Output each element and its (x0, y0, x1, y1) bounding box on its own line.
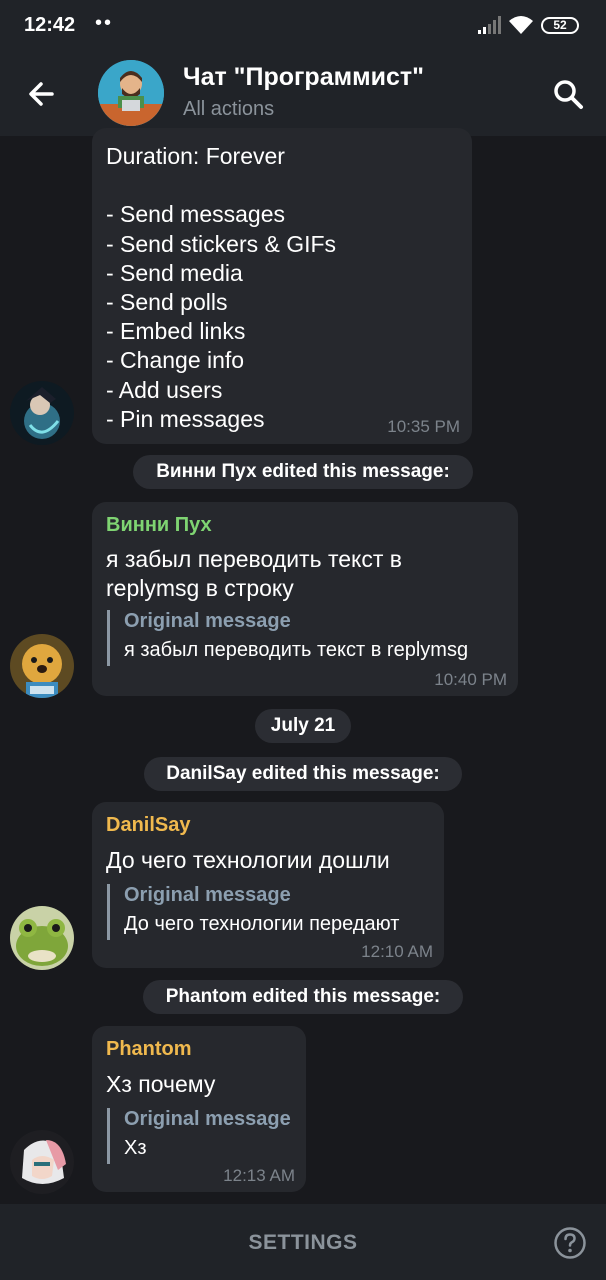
chat-avatar[interactable] (98, 60, 164, 126)
reply-quote[interactable]: Original message Хз (107, 1108, 291, 1164)
service-message: Phantom edited this message: (143, 980, 463, 1014)
search-icon[interactable] (550, 76, 586, 112)
reply-text: До чего технологии передают (124, 913, 400, 935)
notification-dots: •• (95, 12, 114, 34)
reply-text: я забыл переводить текст в replymsg (124, 639, 469, 661)
user-avatar[interactable] (10, 1130, 74, 1194)
message-bubble[interactable]: Phantom Хз почему Original message Хз 12… (92, 1026, 306, 1192)
reply-title: Original message (124, 1108, 291, 1130)
message-text: я забыл переводить текст в replymsg в ст… (106, 546, 402, 602)
service-message: DanilSay edited this message: (144, 757, 462, 791)
message-time: 12:13 AM (223, 1166, 295, 1185)
message-bubble[interactable]: Винни Пух я забыл переводить текст в rep… (92, 502, 518, 696)
user-avatar[interactable] (10, 634, 74, 698)
chat-header: Чат "Программист" All actions (0, 52, 606, 136)
chat-subtitle: All actions (183, 98, 275, 120)
status-time: 12:42 (24, 14, 76, 36)
date-separator: July 21 (255, 709, 351, 743)
reply-quote[interactable]: Original message я забыл переводить текс… (107, 610, 468, 666)
reply-text: Хз (124, 1137, 147, 1159)
message-bubble[interactable]: Duration: Forever - Send messages - Send… (92, 128, 472, 444)
message-text: Duration: Forever - Send messages - Send… (106, 143, 337, 432)
battery-icon: 52 (541, 17, 579, 34)
user-avatar[interactable] (10, 381, 74, 445)
question-circle-icon[interactable] (553, 1226, 587, 1260)
reply-title: Original message (124, 610, 291, 632)
reply-title: Original message (124, 884, 291, 906)
bottom-bar: SETTINGS (0, 1204, 606, 1280)
status-bar: 12:42 •• 52 (0, 0, 606, 52)
signal-icon (478, 16, 501, 34)
message-time: 10:40 PM (434, 670, 507, 689)
message-text: До чего технологии дошли (106, 847, 390, 873)
service-message: Винни Пух edited this message: (133, 455, 473, 489)
user-avatar[interactable] (10, 906, 74, 970)
message-text: Хз почему (106, 1071, 216, 1097)
sender-name[interactable]: DanilSay (106, 814, 190, 837)
arrow-left-icon[interactable] (22, 76, 62, 112)
message-time: 10:35 PM (387, 417, 460, 436)
chat-title: Чат "Программист" (183, 63, 424, 91)
reply-quote[interactable]: Original message До чего технологии пере… (107, 884, 399, 940)
message-bubble[interactable]: DanilSay До чего технологии дошли Origin… (92, 802, 444, 968)
sender-name[interactable]: Винни Пух (106, 514, 212, 537)
wifi-icon (509, 16, 533, 34)
message-time: 12:10 AM (361, 942, 433, 961)
sender-name[interactable]: Phantom (106, 1038, 192, 1061)
settings-button[interactable]: SETTINGS (0, 1231, 606, 1255)
